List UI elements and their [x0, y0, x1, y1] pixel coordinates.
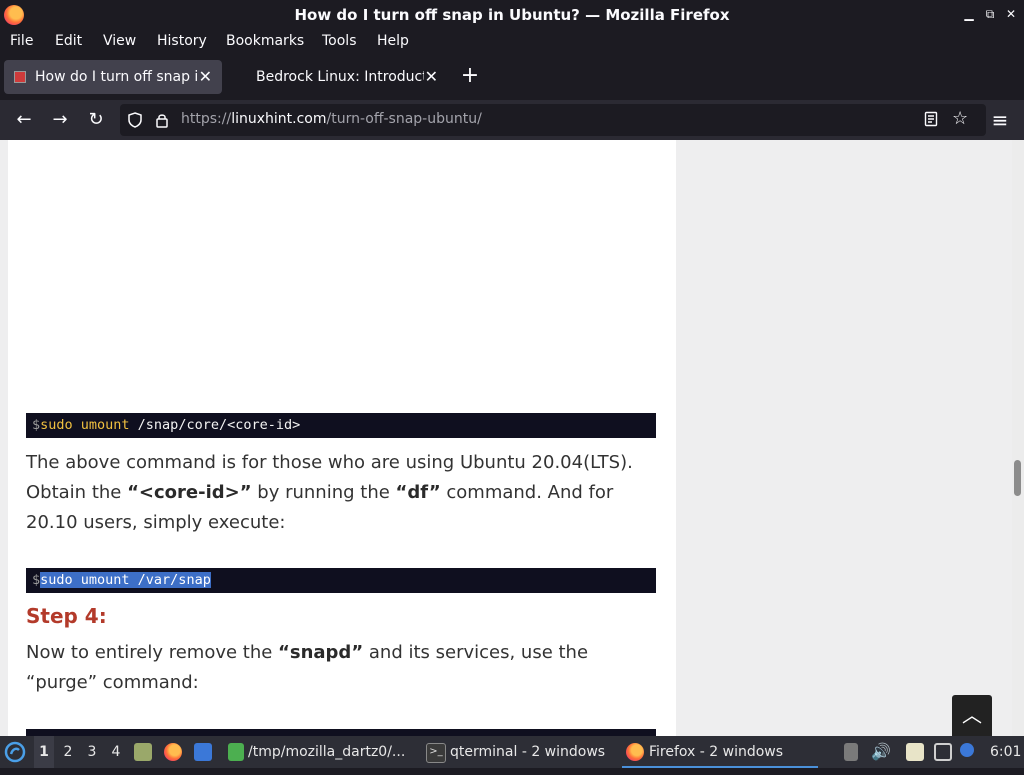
- code-command: sudo umount: [40, 417, 130, 433]
- file-manager-icon[interactable]: [134, 743, 152, 761]
- taskbar-window-firefox[interactable]: Firefox - 2 windows: [622, 736, 818, 768]
- tab-bedrock[interactable]: Bedrock Linux: Introduction ✕: [226, 60, 448, 94]
- hamburger-menu-icon[interactable]: ≡: [987, 107, 1013, 133]
- code-block-umount-var-snap[interactable]: $sudo umount /var/snap: [26, 568, 656, 593]
- battery-icon[interactable]: [844, 743, 858, 761]
- tab-label: How do I turn off snap in Ubuntu?: [35, 69, 199, 85]
- firefox-icon: [626, 743, 644, 761]
- paragraph-purge: Now to entirely remove the “snapd” and i…: [26, 638, 656, 698]
- page-sidebar: [676, 140, 1012, 736]
- close-window-icon[interactable]: ✕: [1002, 4, 1020, 24]
- reader-view-icon[interactable]: [924, 111, 940, 129]
- paragraph-line: 20.10 users, simply execute:: [26, 512, 286, 533]
- scroll-to-top-button[interactable]: ︿: [952, 695, 992, 736]
- scrollbar-thumb[interactable]: [1014, 460, 1021, 496]
- page-viewport: $sudo umount /snap/core/<core-id> The ab…: [0, 140, 1024, 736]
- code-prompt: $: [32, 572, 41, 588]
- clock[interactable]: 6:01: [990, 736, 1021, 768]
- tab-close-icon[interactable]: ✕: [425, 67, 438, 86]
- tab-label: Bedrock Linux: Introduction: [256, 69, 424, 85]
- menu-view[interactable]: View: [103, 33, 136, 49]
- desktop-icon[interactable]: [194, 743, 212, 761]
- taskbar-window-label: Firefox - 2 windows: [649, 744, 784, 760]
- menu-file[interactable]: File: [10, 33, 33, 49]
- restore-icon[interactable]: ⧉: [981, 4, 999, 24]
- code-block-umount-core[interactable]: $sudo umount /snap/core/<core-id>: [26, 413, 656, 438]
- notification-icon[interactable]: [960, 743, 974, 757]
- network-icon[interactable]: [934, 743, 952, 761]
- page-margin: [0, 140, 8, 736]
- terminal-icon: >_: [426, 743, 446, 763]
- paragraph-line: Obtain the “<core-id>” by running the “d…: [26, 478, 656, 508]
- tracking-shield-icon[interactable]: [128, 112, 142, 128]
- workspace-1[interactable]: 1: [34, 736, 54, 768]
- text-span: command. And for: [440, 482, 614, 503]
- firefox-launcher-icon[interactable]: [164, 743, 182, 761]
- code-prompt: $: [32, 417, 41, 433]
- volume-icon[interactable]: 🔊: [871, 736, 891, 768]
- text-span: and its services, use the: [363, 642, 589, 663]
- bold-snapd: “snapd”: [278, 642, 364, 663]
- step-heading: Step 4:: [26, 604, 107, 628]
- url-text[interactable]: https://linuxhint.com/turn-off-snap-ubun…: [181, 111, 482, 127]
- menu-bar: File Edit View History Bookmarks Tools H…: [0, 29, 1024, 54]
- bold-df: “df”: [395, 482, 441, 503]
- menu-help[interactable]: Help: [377, 33, 409, 49]
- workspace-2[interactable]: 2: [58, 736, 78, 768]
- taskbar-window-label: qterminal - 2 windows: [450, 744, 606, 760]
- menu-history[interactable]: History: [157, 33, 207, 49]
- paragraph-line: “purge” command:: [26, 672, 199, 693]
- lock-icon[interactable]: [155, 112, 169, 128]
- url-scheme: https://: [181, 111, 232, 127]
- window-titlebar: How do I turn off snap in Ubuntu? — Mozi…: [0, 0, 1024, 29]
- menu-edit[interactable]: Edit: [55, 33, 82, 49]
- minimize-icon[interactable]: ▁: [960, 4, 978, 24]
- code-args: /snap/core/<core-id>: [129, 417, 301, 433]
- paragraph-line: Now to entirely remove the “snapd” and i…: [26, 638, 656, 668]
- paragraph-core-id: The above command is for those who are u…: [26, 448, 656, 538]
- start-menu-icon[interactable]: [4, 736, 28, 768]
- navigation-toolbar: ← → ↻ https://linuxhint.com/turn-off-sna…: [0, 100, 1024, 140]
- tab-bar: How do I turn off snap in Ubuntu? ✕ Bedr…: [0, 54, 1024, 100]
- text-span: Now to entirely remove the: [26, 642, 279, 663]
- taskbar-window-tmp[interactable]: /tmp/mozilla_dartz0/...: [226, 736, 416, 768]
- taskbar: 1 2 3 4 /tmp/mozilla_dartz0/... >_ qterm…: [0, 736, 1024, 768]
- clipboard-icon[interactable]: [906, 743, 924, 761]
- scrollbar-track[interactable]: [1012, 140, 1024, 736]
- selected-code-text[interactable]: sudo umount /var/snap: [40, 572, 211, 588]
- menu-tools[interactable]: Tools: [322, 33, 357, 49]
- workspace-3[interactable]: 3: [82, 736, 102, 768]
- window-title: How do I turn off snap in Ubuntu? — Mozi…: [294, 6, 730, 24]
- file-icon: [228, 743, 244, 761]
- taskbar-window-qterminal[interactable]: >_ qterminal - 2 windows: [424, 736, 614, 768]
- bookmark-star-icon[interactable]: ☆: [952, 110, 970, 128]
- text-span: by running the: [251, 482, 396, 503]
- new-tab-icon[interactable]: +: [458, 63, 482, 89]
- paragraph-line: The above command is for those who are u…: [26, 452, 633, 473]
- reload-icon[interactable]: ↻: [83, 107, 109, 133]
- favicon-icon: [14, 71, 26, 83]
- back-icon[interactable]: ←: [11, 107, 37, 133]
- text-span: Obtain the: [26, 482, 128, 503]
- menu-bookmarks[interactable]: Bookmarks: [226, 33, 304, 49]
- tab-snap-article[interactable]: How do I turn off snap in Ubuntu? ✕: [4, 60, 222, 94]
- tab-close-icon[interactable]: ✕: [199, 67, 212, 86]
- forward-icon[interactable]: →: [47, 107, 73, 133]
- url-host: linuxhint.com: [231, 111, 327, 127]
- bold-core-id: “<core-id>”: [127, 482, 252, 503]
- taskbar-window-label: /tmp/mozilla_dartz0/...: [248, 744, 406, 760]
- code-block-partial: [26, 729, 656, 736]
- url-path: /turn-off-snap-ubuntu/: [326, 111, 482, 127]
- workspace-4[interactable]: 4: [106, 736, 126, 768]
- url-bar[interactable]: https://linuxhint.com/turn-off-snap-ubun…: [120, 104, 986, 136]
